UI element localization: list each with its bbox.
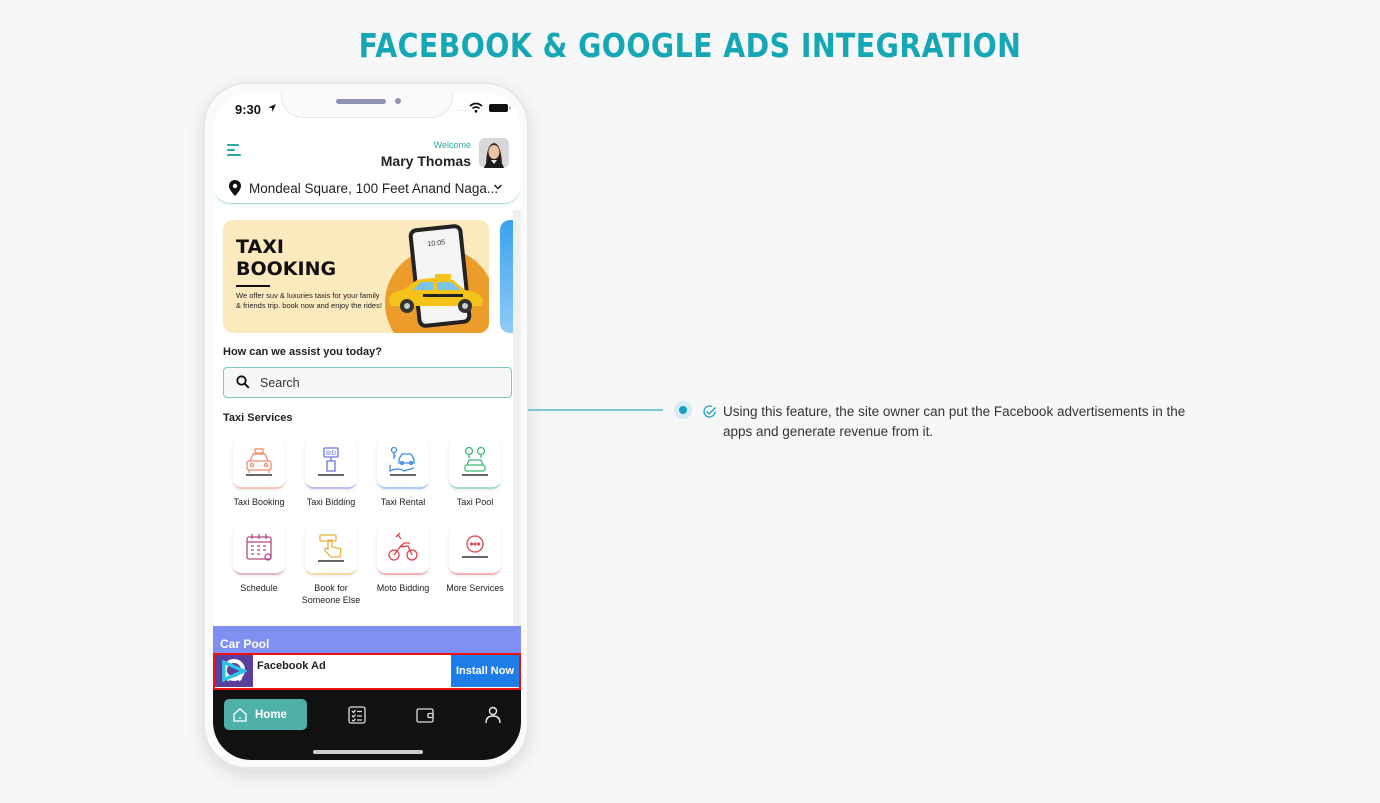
service-label: More Services: [446, 583, 504, 593]
home-indicator: [313, 750, 423, 754]
ad-choices-icon[interactable]: [221, 658, 247, 684]
service-taxi-bidding[interactable]: BID Taxi Bidding: [295, 437, 367, 508]
carpool-people-icon: [462, 446, 488, 476]
car-key-hand-icon: [389, 446, 416, 476]
service-label: Schedule: [240, 583, 278, 593]
banner-divider: [236, 285, 270, 287]
ad-title: Facebook Ad: [257, 660, 326, 672]
check-circle-icon: [703, 405, 716, 418]
page: FACEBOOK & GOOGLE ADS INTEGRATION 9:30 .…: [0, 0, 1380, 803]
wifi-icon: [469, 102, 483, 113]
location-arrow-icon: [268, 104, 276, 112]
feature-description: Using this feature, the site owner can p…: [723, 404, 1186, 439]
phone-screen: 9:30 .... Welcome Mary Thomas Mondeal Sq…: [213, 92, 521, 760]
taxi-car-illustration: [388, 274, 483, 313]
address-text: Mondeal Square, 100 Feet Anand Naga...: [249, 180, 499, 196]
svg-text:BID: BID: [326, 451, 337, 457]
task-list-icon[interactable]: [347, 705, 367, 725]
calendar-icon: [246, 534, 272, 561]
chevron-down-icon[interactable]: [493, 182, 503, 192]
hamburger-menu-icon[interactable]: [227, 142, 243, 158]
carpool-title: Car Pool: [220, 637, 270, 651]
welcome-label: Welcome: [433, 140, 471, 150]
avatar-image: [479, 138, 509, 168]
facebook-ad-banner[interactable]: Facebook Ad Install Now: [213, 653, 521, 690]
motorbike-icon: [388, 532, 418, 561]
avatar[interactable]: [479, 138, 509, 168]
ad-app-logo: [215, 655, 253, 687]
assist-prompt: How can we assist you today?: [223, 346, 382, 358]
taxi-icon: [246, 448, 272, 476]
service-book-for-someone-else[interactable]: Book for Someone Else: [295, 523, 367, 606]
service-label: Moto Bidding: [376, 583, 430, 593]
service-taxi-booking[interactable]: Taxi Booking: [223, 437, 295, 508]
user-name: Mary Thomas: [380, 153, 471, 169]
service-label: Book for Someone Else: [301, 583, 361, 605]
tab-home-label: Home: [255, 708, 287, 721]
service-taxi-pool[interactable]: Taxi Pool: [439, 437, 511, 508]
phone-notch: [281, 92, 453, 118]
services-title: Taxi Services: [223, 412, 293, 424]
status-time: 9:30: [235, 102, 262, 117]
callout-connector-line: [528, 409, 663, 411]
address-selector[interactable]: Mondeal Square, 100 Feet Anand Naga...: [229, 178, 509, 198]
profile-icon[interactable]: [483, 705, 503, 725]
service-taxi-rental[interactable]: Taxi Rental: [367, 437, 439, 508]
tab-home[interactable]: Home: [224, 699, 307, 730]
install-now-button[interactable]: Install Now: [451, 655, 519, 687]
more-dots-icon: [462, 535, 488, 558]
callout-marker-dot: [674, 401, 692, 419]
page-headline: FACEBOOK & GOOGLE ADS INTEGRATION: [358, 26, 1022, 65]
scrollbar[interactable]: [513, 210, 521, 640]
service-label: Taxi Pool: [456, 497, 494, 507]
speaker: [336, 99, 386, 104]
camera: [395, 98, 401, 104]
hand-tap-icon: [318, 534, 344, 562]
app-header: Welcome Mary Thomas Mondeal Square, 100 …: [213, 128, 521, 204]
bid-hand-icon: BID: [318, 447, 344, 476]
bottom-tab-bar: Home: [213, 690, 521, 760]
service-label: Taxi Booking: [233, 497, 285, 507]
service-moto-bidding[interactable]: Moto Bidding: [367, 523, 439, 594]
service-label: Taxi Bidding: [306, 497, 356, 507]
taxi-booking-banner[interactable]: TAXI BOOKING We offer suv & luxuries taxi…: [223, 220, 489, 333]
map-pin-icon: [229, 180, 241, 196]
banner-title: TAXI BOOKING: [236, 236, 337, 280]
search-icon: [236, 375, 250, 389]
phone-mockup: 9:30 .... Welcome Mary Thomas Mondeal Sq…: [203, 82, 529, 769]
search-input[interactable]: [260, 374, 490, 392]
search-box[interactable]: [223, 367, 512, 398]
home-icon: [233, 707, 247, 722]
wallet-icon[interactable]: [415, 705, 435, 725]
service-label: Taxi Rental: [380, 497, 426, 507]
service-schedule[interactable]: Schedule: [223, 523, 295, 594]
status-bar: 9:30 ....: [213, 92, 521, 128]
service-more-services[interactable]: More Services: [439, 523, 511, 594]
banner-description: We offer suv & luxuries taxis for your f…: [236, 291, 382, 310]
battery-icon: [489, 104, 511, 112]
